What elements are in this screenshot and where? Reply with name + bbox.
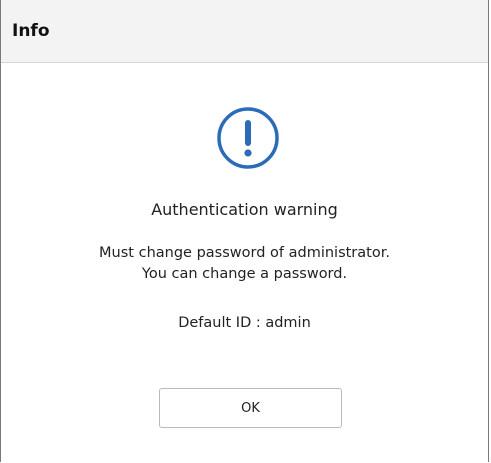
info-dialog: Info Authentication warning Must change … — [0, 0, 489, 462]
warning-heading: Authentication warning — [151, 200, 338, 219]
dialog-titlebar: Info — [1, 0, 488, 63]
message-line-1: Must change password of administrator. — [99, 245, 390, 261]
default-id-text: Default ID : admin — [178, 315, 311, 331]
warning-message: Must change password of administrator. Y… — [1, 243, 488, 285]
message-line-2: You can change a password. — [141, 266, 348, 282]
dialog-title: Info — [12, 21, 50, 41]
ok-button[interactable]: OK — [159, 388, 342, 428]
dialog-body: Authentication warning Must change passw… — [1, 63, 488, 462]
exclamation-circle-icon — [217, 107, 279, 169]
